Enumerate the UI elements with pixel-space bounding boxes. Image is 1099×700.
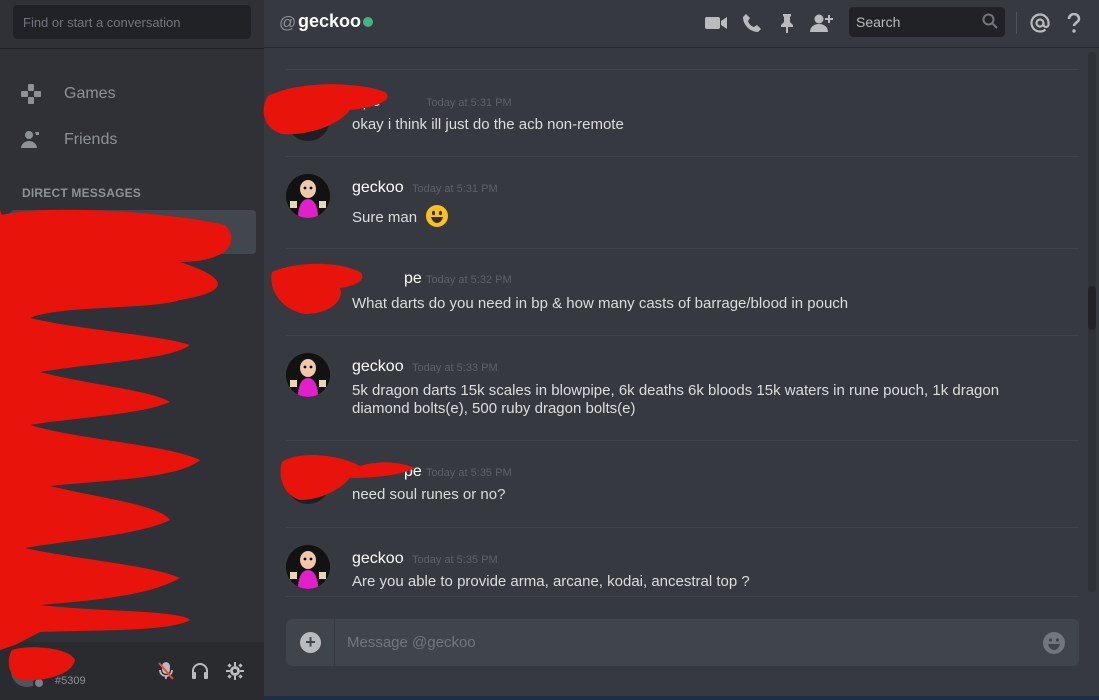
message-divider [286, 335, 1079, 336]
message-content: Are you able to provide arma, arcane, ko… [352, 573, 750, 590]
message-timestamp: Today at 5:35 PM [412, 554, 498, 566]
channel-header: @ geckoo Search [264, 0, 1099, 48]
message-content: need soul runes or no? [352, 486, 506, 503]
settings-gear-icon[interactable] [224, 660, 246, 682]
help-icon[interactable] [1062, 11, 1086, 35]
friends-icon [18, 127, 44, 153]
channel-title: geckoo [298, 11, 362, 31]
message-composer: + Message @geckoo [286, 619, 1079, 666]
taskbar-strip [264, 696, 1099, 700]
nav-games[interactable]: Games [18, 79, 116, 109]
message-author[interactable]: geckoo [352, 179, 404, 197]
gamepad-icon [18, 81, 44, 107]
message-input[interactable]: Message @geckoo [347, 634, 476, 651]
avatar[interactable] [286, 97, 330, 141]
user-tag: #5309 [55, 675, 86, 687]
message-divider [286, 248, 1079, 249]
header-separator [1016, 12, 1017, 34]
message-author[interactable]: geckoo [352, 358, 404, 376]
message-list: Ape Today at 5:31 PM okay i think ill ju… [264, 49, 1086, 605]
video-call-icon[interactable] [704, 11, 728, 35]
message-timestamp: Today at 5:31 PM [426, 97, 512, 109]
avatar[interactable] [286, 545, 330, 589]
message-divider [286, 156, 1079, 157]
message-author[interactable]: pe [404, 463, 422, 481]
message-author[interactable]: Ape [352, 93, 380, 111]
message-content: 5k dragon darts 15k scales in blowpipe, … [352, 382, 1000, 417]
search-placeholder: Search [856, 14, 901, 30]
dm-item-active[interactable] [10, 210, 256, 254]
voice-call-icon[interactable] [740, 11, 764, 35]
message-text: Sure man [352, 209, 418, 226]
message-timestamp: Today at 5:35 PM [426, 467, 512, 479]
message-author[interactable]: geckoo [352, 550, 404, 568]
mute-mic-icon[interactable] [155, 660, 177, 682]
add-friend-icon[interactable] [810, 11, 834, 35]
message-divider [286, 69, 1079, 70]
message-timestamp: Today at 5:32 PM [426, 274, 512, 286]
message-content: okay i think ill just do the acb non-rem… [352, 116, 624, 133]
divider [0, 48, 264, 49]
message-timestamp: Today at 5:33 PM [412, 362, 498, 374]
nav-friends-label: Friends [64, 131, 118, 148]
user-panel: pe #5309 [0, 642, 264, 700]
nav-friends[interactable]: Friends [18, 125, 117, 155]
scrollbar-thumb[interactable] [1088, 286, 1096, 330]
upload-plus-icon[interactable]: + [300, 632, 321, 653]
avatar[interactable] [286, 353, 330, 397]
search-input[interactable]: Search [849, 7, 1005, 37]
avatar[interactable] [286, 270, 330, 314]
headphones-icon[interactable] [189, 660, 211, 682]
search-icon [982, 13, 998, 32]
status-indicator [33, 677, 45, 689]
message-timestamp: Today at 5:31 PM [412, 183, 498, 195]
smiley-emoji-icon [425, 204, 449, 228]
message-divider [286, 527, 1079, 528]
online-status-dot [363, 17, 373, 27]
composer-divider [334, 619, 335, 666]
sidebar: Find or start a conversation Games Frien… [0, 0, 264, 700]
message-content: Sure man [352, 204, 1052, 228]
message-divider [286, 596, 1079, 597]
message-content: What darts do you need in bp & how many … [352, 295, 849, 312]
message-divider [286, 440, 1079, 441]
avatar[interactable] [286, 460, 330, 504]
find-conversation-search[interactable]: Find or start a conversation [13, 5, 251, 39]
avatar[interactable] [286, 174, 330, 218]
emoji-picker-icon[interactable] [1042, 631, 1066, 655]
mentions-icon[interactable] [1028, 11, 1052, 35]
nav-games-label: Games [64, 85, 116, 102]
pin-icon[interactable] [775, 11, 799, 35]
user-name: pe [52, 657, 67, 672]
direct-messages-header: DIRECT MESSAGES [22, 186, 142, 200]
message-author[interactable]: pe [404, 270, 422, 288]
at-icon: @ [279, 13, 297, 32]
